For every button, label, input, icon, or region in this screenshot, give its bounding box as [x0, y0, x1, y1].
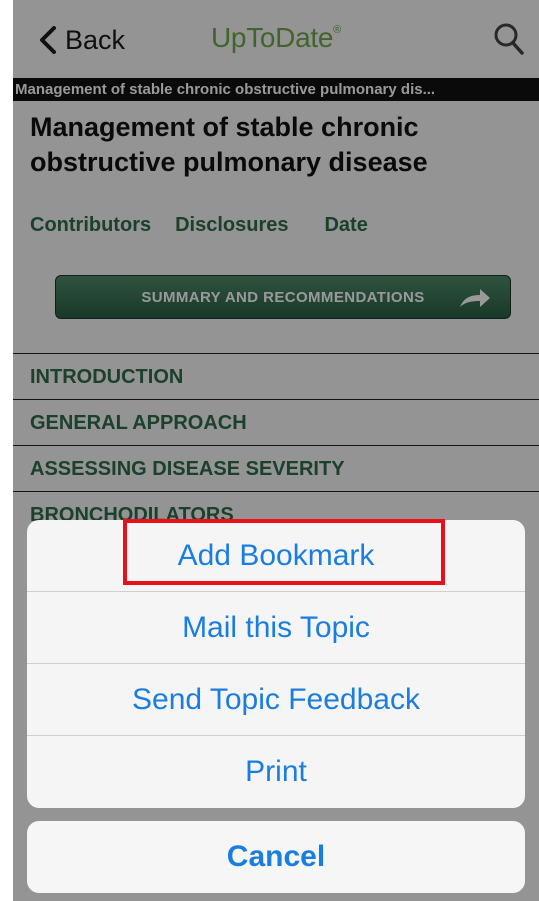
- mail-topic-button[interactable]: Mail this Topic: [27, 592, 525, 664]
- print-button[interactable]: Print: [27, 736, 525, 808]
- cancel-button[interactable]: Cancel: [27, 821, 525, 893]
- action-sheet: Add Bookmark Mail this Topic Send Topic …: [27, 520, 525, 808]
- add-bookmark-button[interactable]: Add Bookmark: [27, 520, 525, 592]
- send-feedback-button[interactable]: Send Topic Feedback: [27, 664, 525, 736]
- app-screen: Back UpToDate® Management of stable chro…: [13, 0, 539, 901]
